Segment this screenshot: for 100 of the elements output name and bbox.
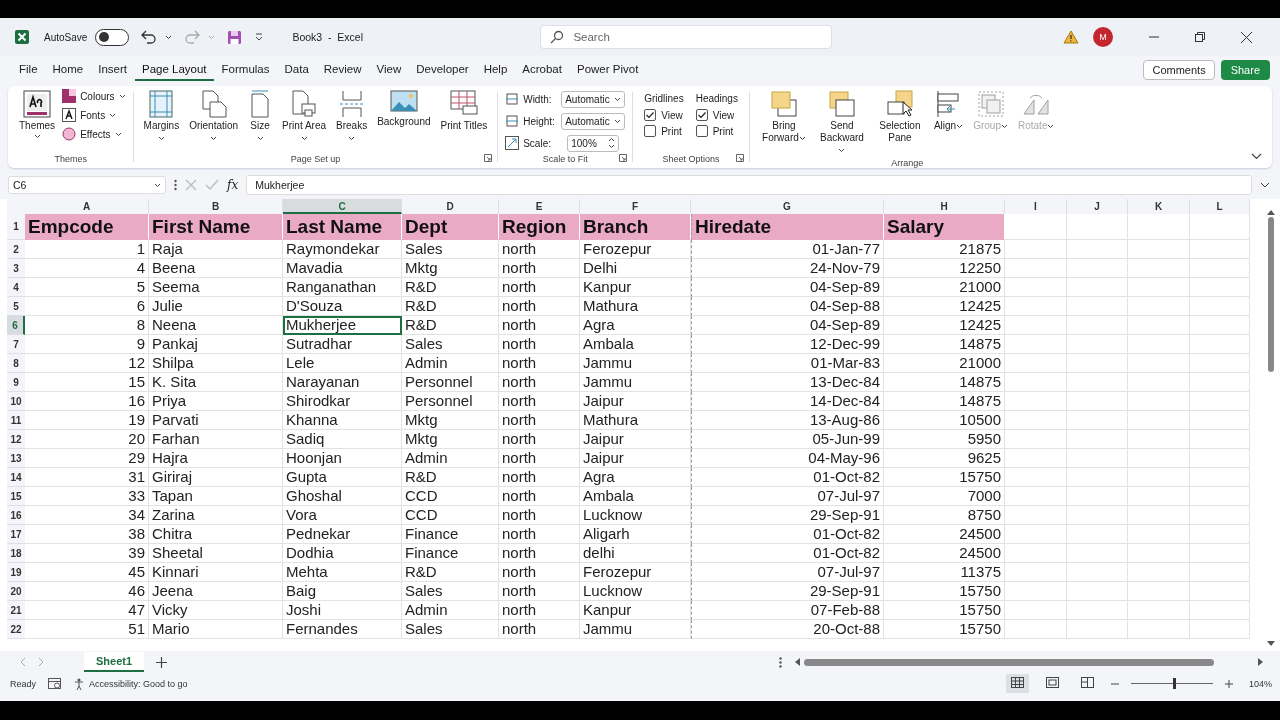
page-setup-button[interactable]: Margins — [140, 88, 183, 146]
checkbox[interactable]: View — [644, 109, 684, 121]
ribbon-tab[interactable]: View — [369, 59, 409, 81]
row-header[interactable]: 11 — [7, 411, 25, 430]
table-cell: Admin — [402, 601, 499, 620]
checkbox[interactable]: Print — [695, 125, 738, 137]
page-setup-button[interactable]: Print Titles — [437, 88, 491, 134]
row-header[interactable]: 12 — [7, 430, 25, 449]
page-setup-button[interactable]: Orientation — [186, 88, 242, 146]
table-cell: 10500 — [884, 411, 1005, 430]
ribbon-tab[interactable]: Help — [476, 59, 515, 81]
page-setup-button[interactable]: Background — [374, 88, 434, 130]
spin-field[interactable]: 100% — [567, 134, 620, 152]
row-header[interactable]: 10 — [7, 392, 25, 411]
search-field[interactable]: Search — [540, 25, 833, 49]
table-cell: north — [499, 563, 580, 582]
page-setup-button[interactable]: Print Area — [279, 88, 329, 146]
ribbon-tab[interactable]: Page Layout — [135, 59, 214, 81]
table-cell: 15750 — [884, 601, 1005, 620]
checkbox[interactable]: Print — [644, 125, 684, 137]
column-header[interactable]: B — [149, 199, 283, 214]
table-cell: Ambala — [580, 487, 691, 506]
user-avatar[interactable]: M — [1093, 27, 1113, 47]
row-header[interactable]: 22 — [7, 620, 25, 639]
themes-button[interactable]: Themes — [16, 88, 59, 141]
dropdown-field[interactable]: Automatic — [561, 90, 626, 108]
theme-option-button[interactable]: Effects — [62, 127, 126, 141]
row-header[interactable]: 17 — [7, 525, 25, 544]
row-header[interactable]: 7 — [7, 335, 25, 354]
column-header[interactable]: C — [283, 199, 402, 214]
table-cell: Vora — [283, 506, 402, 525]
arrange-button[interactable]: Selection Pane — [872, 88, 927, 146]
table-cell: Personnel — [402, 392, 499, 411]
row-header[interactable]: 6 — [7, 316, 25, 335]
row-header[interactable]: 20 — [7, 582, 25, 601]
table-cell: Khanna — [283, 411, 402, 430]
row-header[interactable]: 15 — [7, 487, 25, 506]
comments-button[interactable]: Comments — [1143, 60, 1215, 80]
column-header[interactable]: K — [1128, 199, 1190, 214]
zoom-level[interactable]: 104% — [1248, 678, 1272, 689]
arrange-button[interactable]: Bring Forward — [756, 88, 811, 146]
ribbon-tab[interactable]: Acrobat — [515, 59, 569, 81]
row-header[interactable]: 3 — [7, 259, 25, 278]
column-header[interactable]: G — [691, 199, 884, 214]
ribbon-tab[interactable]: Power Pivot — [569, 59, 646, 81]
share-button[interactable]: Share — [1220, 60, 1270, 80]
ribbon-tab[interactable]: Developer — [409, 59, 476, 81]
dropdown-field[interactable]: Automatic — [561, 112, 626, 130]
table-cell: 01-Jan-77 — [691, 240, 884, 259]
ribbon-tab[interactable]: Data — [277, 59, 316, 81]
accessibility-status[interactable]: Accessibility: Good to go — [74, 677, 188, 690]
ribbon-tab[interactable]: Review — [316, 59, 369, 81]
checkbox[interactable]: View — [695, 109, 738, 121]
row-header[interactable]: 21 — [7, 601, 25, 620]
row-header[interactable]: 19 — [7, 563, 25, 582]
table-cell: 4 — [25, 259, 149, 278]
table-cell: 9 — [25, 335, 149, 354]
row-header[interactable]: 14 — [7, 468, 25, 487]
row-header[interactable]: 8 — [7, 354, 25, 373]
table-cell: Sales — [402, 240, 499, 259]
theme-option-button[interactable]: Fonts — [62, 108, 126, 122]
table-cell: Joshi — [283, 601, 402, 620]
column-header[interactable]: L — [1190, 199, 1250, 214]
column-header[interactable]: J — [1067, 199, 1128, 214]
ribbon-tab[interactable]: Insert — [91, 59, 134, 81]
arrange-button[interactable]: Align — [930, 88, 967, 134]
column-header[interactable]: H — [884, 199, 1005, 214]
formula-field[interactable]: Mukherjee — [246, 175, 1252, 195]
column-header[interactable]: E — [499, 199, 580, 214]
sheet-tab[interactable]: Sheet1 — [84, 652, 145, 672]
table-cell: Tapan — [149, 487, 283, 506]
ribbon-tab[interactable]: Home — [45, 59, 91, 81]
row-header[interactable]: 16 — [7, 506, 25, 525]
table-cell: K. Sita — [149, 373, 283, 392]
ribbon-tab[interactable]: File — [12, 59, 45, 81]
row-header[interactable]: 2 — [7, 240, 25, 259]
row-header[interactable]: 4 — [7, 278, 25, 297]
column-header[interactable]: A — [25, 199, 149, 214]
row-header[interactable]: 1 — [7, 214, 25, 240]
group-label: Sheet Options — [662, 154, 720, 166]
row-header[interactable]: 18 — [7, 544, 25, 563]
column-header[interactable]: F — [580, 199, 691, 214]
table-cell: Hajra — [149, 449, 283, 468]
table-cell: Sales — [402, 620, 499, 639]
arrange-button[interactable]: Send Backward — [814, 88, 869, 158]
page-setup-button[interactable]: Breaks — [333, 88, 371, 146]
ribbon-tab[interactable]: Formulas — [214, 59, 277, 81]
row-header[interactable]: 5 — [7, 297, 25, 316]
theme-option-button[interactable]: Colours — [62, 89, 126, 103]
table-cell: 12250 — [884, 259, 1005, 278]
column-header[interactable]: I — [1005, 199, 1067, 214]
column-header[interactable]: D — [402, 199, 499, 214]
table-cell: Lucknow — [580, 506, 691, 525]
insert-function-button[interactable]: fx — [227, 178, 239, 192]
table-cell: north — [499, 468, 580, 487]
name-box[interactable]: C6 — [8, 176, 166, 194]
row-header[interactable]: 13 — [7, 449, 25, 468]
row-header[interactable]: 9 — [7, 373, 25, 392]
page-setup-button[interactable]: Size — [245, 88, 276, 146]
table-cell: 29-Sep-91 — [691, 506, 884, 525]
